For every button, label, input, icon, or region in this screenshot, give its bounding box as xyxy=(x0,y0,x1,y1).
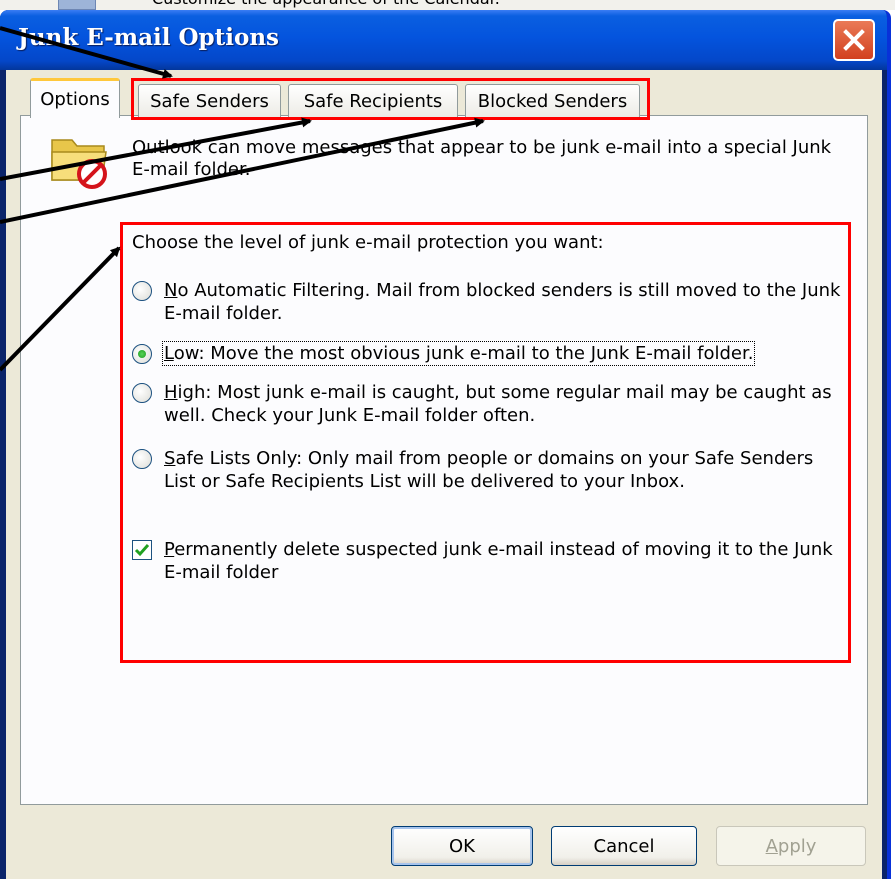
radio-button[interactable] xyxy=(132,281,152,301)
checkmark-icon xyxy=(134,544,150,557)
ok-button-label: OK xyxy=(449,835,475,857)
ok-button[interactable]: OK xyxy=(391,826,533,866)
radio-label: Low: Move the most obvious junk e-mail t… xyxy=(161,341,756,366)
radio-button[interactable] xyxy=(132,383,152,403)
title-bar[interactable]: Junk E-mail Options xyxy=(0,10,887,70)
dialog-title: Junk E-mail Options xyxy=(18,24,279,51)
close-button[interactable] xyxy=(833,19,875,61)
background-window-text: Customize the appearance of the Calendar… xyxy=(152,0,500,8)
protection-level-label: Choose the level of junk e-mail protecti… xyxy=(132,232,604,253)
radio-button-selected[interactable] xyxy=(132,344,152,364)
checkbox[interactable] xyxy=(132,540,152,560)
tab-label: Blocked Senders xyxy=(477,91,628,112)
tab-label: Safe Recipients xyxy=(303,91,443,112)
checkbox-label: Permanently delete suspected junk e-mail… xyxy=(164,539,833,583)
junk-folder-blocked-icon xyxy=(48,128,114,194)
intro-text: Outlook can move messages that appear to… xyxy=(132,137,832,180)
radio-label: High: Most junk e-mail is caught, but so… xyxy=(164,382,832,426)
apply-button-label: Apply xyxy=(765,835,817,857)
tab-label: Safe Senders xyxy=(150,91,269,112)
cancel-button[interactable]: Cancel xyxy=(551,826,697,866)
close-icon xyxy=(843,29,865,51)
tab-safe-recipients[interactable]: Safe Recipients xyxy=(288,84,458,118)
tab-blocked-senders[interactable]: Blocked Senders xyxy=(465,84,640,118)
tab-label: Options xyxy=(40,89,110,110)
radio-button[interactable] xyxy=(132,449,152,469)
background-window: Customize the appearance of the Calendar… xyxy=(0,0,895,10)
calendar-icon xyxy=(58,0,96,10)
cancel-button-label: Cancel xyxy=(593,835,655,857)
tab-options[interactable]: Options xyxy=(30,78,120,118)
radio-label: Safe Lists Only: Only mail from people o… xyxy=(164,448,814,492)
apply-button[interactable]: Apply xyxy=(716,826,866,866)
tab-safe-senders[interactable]: Safe Senders xyxy=(138,84,281,118)
radio-label: No Automatic Filtering. Mail from blocke… xyxy=(164,280,841,324)
